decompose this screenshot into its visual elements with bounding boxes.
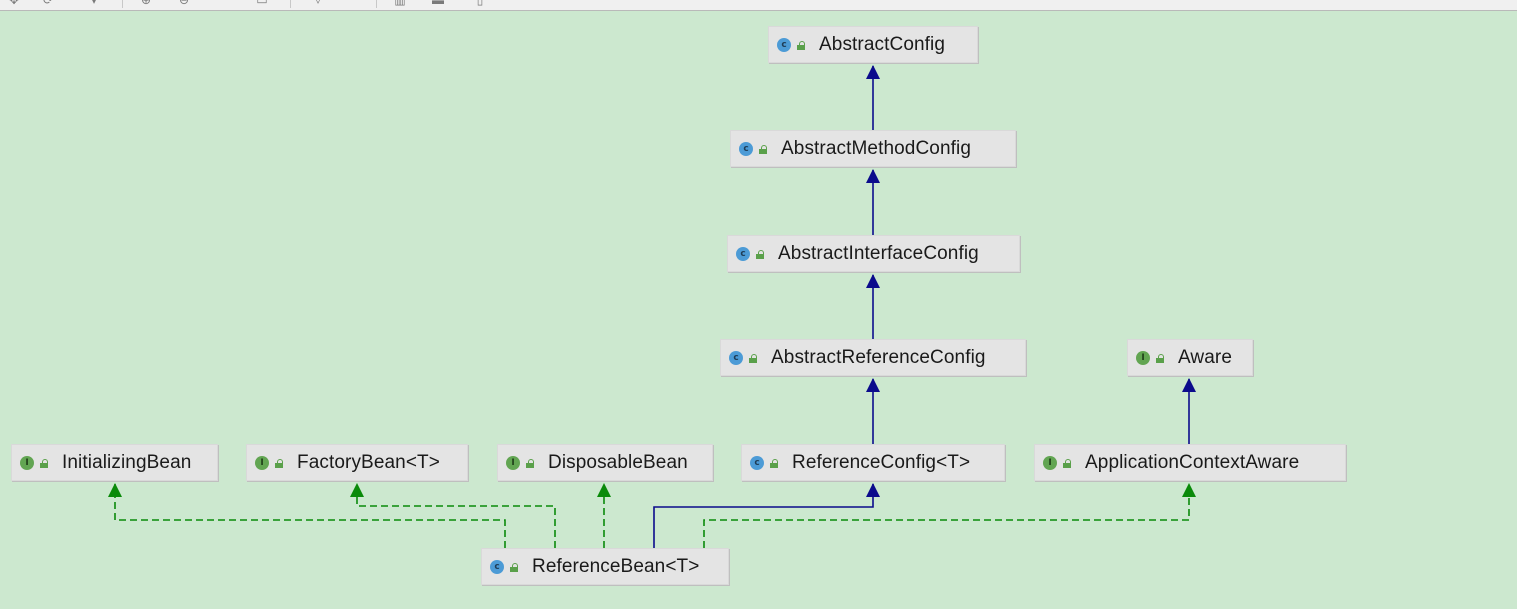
node-factory-bean[interactable]: I FactoryBean<T> bbox=[246, 444, 468, 481]
edge-arrowhead bbox=[350, 483, 364, 497]
public-lock-icon bbox=[755, 249, 764, 259]
node-label: FactoryBean<T> bbox=[297, 451, 440, 473]
edge-reference-bean-implements-disposable-bean bbox=[597, 483, 611, 548]
edge-reference-bean-implements-application-context-aware bbox=[703, 483, 1196, 548]
edge-application-context-aware-extends-aware bbox=[1182, 378, 1196, 444]
node-reference-config[interactable]: c ReferenceConfig<T> bbox=[741, 444, 1005, 481]
node-label: ApplicationContextAware bbox=[1085, 451, 1300, 473]
interface-icon: I bbox=[1136, 350, 1150, 365]
edge-layer bbox=[108, 65, 1196, 548]
edge-arrowhead bbox=[866, 169, 880, 183]
node-abstract-reference-config[interactable]: c AbstractReferenceConfig bbox=[720, 339, 1026, 376]
node-abstract-interface-config[interactable]: c AbstractInterfaceConfig bbox=[727, 235, 1020, 272]
node-application-context-aware[interactable]: I ApplicationContextAware bbox=[1034, 444, 1346, 481]
edge-arrowhead bbox=[597, 483, 611, 497]
public-lock-icon bbox=[274, 458, 283, 468]
node-label: Aware bbox=[1178, 346, 1233, 368]
class-icon: c bbox=[729, 350, 743, 365]
interface-icon: I bbox=[506, 455, 520, 470]
node-disposable-bean[interactable]: I DisposableBean bbox=[497, 444, 713, 481]
public-lock-icon bbox=[1062, 458, 1071, 468]
node-abstract-config[interactable]: c AbstractConfig bbox=[768, 26, 978, 63]
edge-line bbox=[653, 484, 874, 548]
edge-reference-bean-implements-factory-bean bbox=[350, 483, 556, 548]
public-lock-icon bbox=[509, 562, 518, 572]
node-label: AbstractInterfaceConfig bbox=[778, 242, 979, 264]
edge-arrowhead bbox=[1182, 483, 1196, 497]
edge-line bbox=[703, 484, 1190, 548]
node-initializing-bean[interactable]: I InitializingBean bbox=[11, 444, 218, 481]
edge-arrowhead bbox=[866, 483, 880, 497]
node-label: DisposableBean bbox=[548, 451, 688, 473]
class-icon: c bbox=[777, 37, 791, 52]
node-aware[interactable]: I Aware bbox=[1127, 339, 1253, 376]
node-label: ReferenceConfig<T> bbox=[792, 451, 971, 473]
edge-line bbox=[114, 484, 506, 548]
node-abstract-method-config[interactable]: c AbstractMethodConfig bbox=[730, 130, 1016, 167]
edge-arrowhead bbox=[866, 378, 880, 392]
public-lock-icon bbox=[1155, 353, 1164, 363]
interface-icon: I bbox=[1043, 455, 1057, 470]
edge-line bbox=[356, 484, 556, 548]
edge-arrowhead bbox=[1182, 378, 1196, 392]
edge-arrowhead bbox=[866, 65, 880, 79]
node-reference-bean[interactable]: c ReferenceBean<T> bbox=[481, 548, 729, 585]
edge-reference-bean-extends-reference-config bbox=[653, 483, 880, 548]
class-icon: c bbox=[739, 141, 753, 156]
public-lock-icon bbox=[525, 458, 534, 468]
public-lock-icon bbox=[758, 144, 767, 154]
node-label: AbstractReferenceConfig bbox=[771, 346, 986, 368]
node-label: AbstractConfig bbox=[819, 33, 946, 55]
class-icon: c bbox=[490, 559, 504, 574]
class-icon: c bbox=[736, 246, 750, 261]
edge-arrowhead bbox=[108, 483, 122, 497]
public-lock-icon bbox=[769, 458, 778, 468]
node-label: AbstractMethodConfig bbox=[781, 137, 971, 159]
public-lock-icon bbox=[39, 458, 48, 468]
public-lock-icon bbox=[748, 353, 757, 363]
class-icon: c bbox=[750, 455, 764, 470]
interface-icon: I bbox=[20, 455, 34, 470]
edge-abstract-reference-config-extends-abstract-interface-config bbox=[866, 274, 880, 339]
edge-abstract-method-config-extends-abstract-config bbox=[866, 65, 880, 130]
public-lock-icon bbox=[796, 40, 805, 50]
edge-reference-config-extends-abstract-reference-config bbox=[866, 378, 880, 444]
node-label: ReferenceBean<T> bbox=[532, 555, 700, 577]
edge-arrowhead bbox=[866, 274, 880, 288]
interface-icon: I bbox=[255, 455, 269, 470]
node-label: InitializingBean bbox=[62, 451, 192, 473]
edge-reference-bean-implements-initializing-bean bbox=[108, 483, 506, 548]
edge-abstract-interface-config-extends-abstract-method-config bbox=[866, 169, 880, 235]
